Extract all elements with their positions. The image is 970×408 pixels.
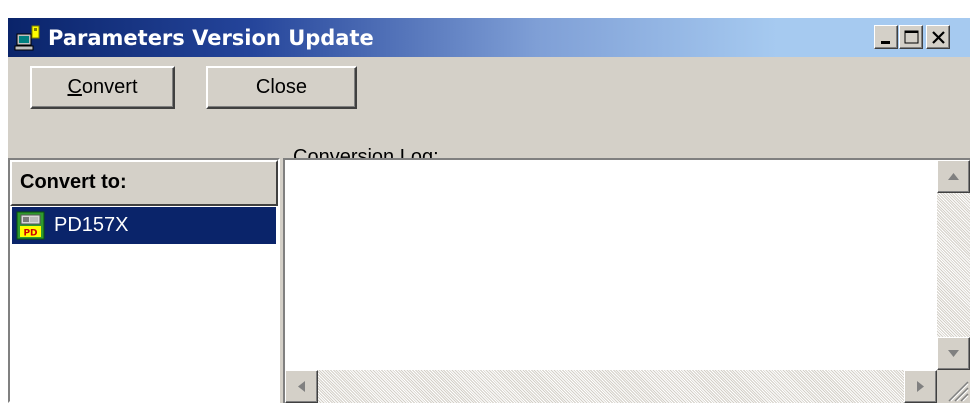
minimize-icon <box>881 41 890 44</box>
arrow-down-icon <box>948 350 959 357</box>
close-icon <box>932 31 945 44</box>
arrow-right-icon <box>917 381 924 392</box>
scroll-up-button[interactable] <box>937 160 970 193</box>
scroll-down-button[interactable] <box>937 337 970 370</box>
maximize-button[interactable] <box>899 25 923 49</box>
list-item-pd157x[interactable]: PD PD157X <box>12 207 276 244</box>
scroll-left-button[interactable] <box>285 370 318 403</box>
conversion-log-textbox[interactable] <box>283 158 970 403</box>
scroll-right-button[interactable] <box>904 370 937 403</box>
computer-config-icon <box>14 25 40 51</box>
convert-button[interactable]: Convert <box>30 66 175 109</box>
pd-device-icon: PD <box>16 211 45 240</box>
convert-to-list[interactable]: Convert to: PD PD157X <box>8 158 280 403</box>
horizontal-scrollbar[interactable] <box>285 370 937 403</box>
title-bar[interactable]: Parameters Version Update <box>8 18 970 57</box>
size-grip[interactable] <box>937 370 970 403</box>
maximize-icon <box>904 30 919 44</box>
size-grip-icon <box>948 381 969 402</box>
convert-mnemonic: C <box>67 76 82 98</box>
parameters-version-update-window: Parameters Version Update Convert Close … <box>8 18 970 403</box>
arrow-left-icon <box>298 381 305 392</box>
convert-to-header[interactable]: Convert to: <box>10 160 278 206</box>
minimize-button[interactable] <box>874 25 898 49</box>
close-label: Close <box>255 76 308 98</box>
vertical-scrollbar[interactable] <box>937 160 970 370</box>
window-title: Parameters Version Update <box>48 26 374 50</box>
arrow-up-icon <box>948 173 959 180</box>
svg-text:PD: PD <box>23 229 37 239</box>
close-button[interactable]: Close <box>206 66 357 109</box>
convert-label: onvert <box>81 76 138 98</box>
list-item-label: PD157X <box>54 214 129 236</box>
close-window-button[interactable] <box>926 25 950 49</box>
